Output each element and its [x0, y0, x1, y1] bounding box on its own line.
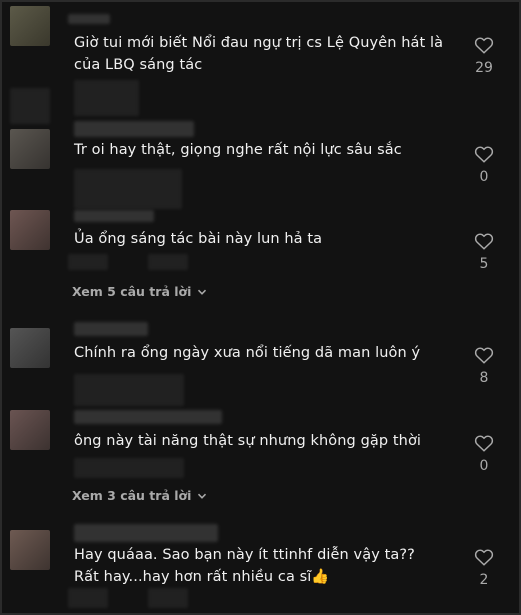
redacted-block — [74, 169, 182, 209]
comment-text: Tr oi hay thật, giọng nghe rất nội lực s… — [74, 142, 402, 158]
like-button[interactable]: 8 — [469, 346, 499, 386]
heart-icon — [474, 347, 494, 364]
username-redacted — [68, 14, 110, 24]
username-redacted — [74, 210, 154, 222]
comment-item: Tr oi hay thật, giọng nghe rất nội lực s… — [2, 117, 519, 212]
comment-text: Hay quáaa. Sao bạn này ít ttinhf diễn vậ… — [74, 547, 415, 585]
like-count: 0 — [479, 458, 489, 474]
username-redacted — [74, 322, 148, 336]
comment-text: Giờ tui mới biết Nổi đau ngự trị cs Lệ Q… — [74, 35, 444, 73]
like-button[interactable]: 0 — [469, 145, 499, 185]
comment-item: Chính ra ổng ngày xưa nổi tiếng dã man l… — [2, 322, 519, 412]
comment-text: ông này tài năng thật sự nhưng không gặp… — [74, 433, 422, 449]
avatar[interactable] — [10, 6, 50, 46]
heart-icon — [474, 233, 494, 250]
like-count: 5 — [479, 256, 489, 272]
avatar[interactable] — [10, 530, 50, 570]
like-button[interactable]: 5 — [469, 232, 499, 272]
comment-text: Ủa ổng sáng tác bài này lun hả ta — [74, 231, 323, 247]
heart-icon — [474, 549, 494, 566]
chevron-down-icon — [198, 289, 207, 295]
like-count: 2 — [479, 572, 489, 588]
redacted-block — [148, 588, 188, 608]
heart-icon — [474, 37, 494, 54]
chevron-down-icon — [198, 493, 207, 499]
view-replies-label: Xem 3 câu trả lời — [72, 488, 192, 503]
username-redacted — [74, 524, 218, 542]
redacted-block — [148, 254, 188, 270]
avatar[interactable] — [10, 410, 50, 450]
heart-icon — [474, 435, 494, 452]
avatar[interactable] — [10, 210, 50, 250]
heart-icon — [474, 146, 494, 163]
comment-item: ông này tài năng thật sự nhưng không gặp… — [2, 410, 519, 510]
redacted-block — [68, 588, 108, 608]
like-button[interactable]: 29 — [469, 36, 499, 76]
like-count: 29 — [475, 60, 493, 76]
comment-item: Giờ tui mới biết Nổi đau ngự trị cs Lệ Q… — [2, 2, 519, 92]
like-button[interactable]: 0 — [469, 434, 499, 474]
like-count: 0 — [479, 169, 489, 185]
comment-item: Hay quáaa. Sao bạn này ít ttinhf diễn vậ… — [2, 522, 519, 613]
comment-list: Giờ tui mới biết Nổi đau ngự trị cs Lệ Q… — [0, 0, 521, 615]
redacted-block — [74, 80, 139, 116]
redacted-block — [74, 458, 184, 478]
avatar[interactable] — [10, 129, 50, 169]
view-replies-button[interactable]: Xem 5 câu trả lời — [72, 284, 207, 299]
view-replies-button[interactable]: Xem 3 câu trả lời — [72, 488, 207, 503]
comment-item: Ủa ổng sáng tác bài này lun hả ta 5 Xem … — [2, 208, 519, 308]
comment-text: Chính ra ổng ngày xưa nổi tiếng dã man l… — [74, 345, 421, 361]
redacted-block — [68, 254, 108, 270]
redacted-block — [74, 374, 184, 406]
like-button[interactable]: 2 — [469, 548, 499, 588]
username-redacted — [74, 410, 222, 424]
view-replies-label: Xem 5 câu trả lời — [72, 284, 192, 299]
like-count: 8 — [479, 370, 489, 386]
avatar[interactable] — [10, 328, 50, 368]
username-redacted — [74, 121, 194, 137]
